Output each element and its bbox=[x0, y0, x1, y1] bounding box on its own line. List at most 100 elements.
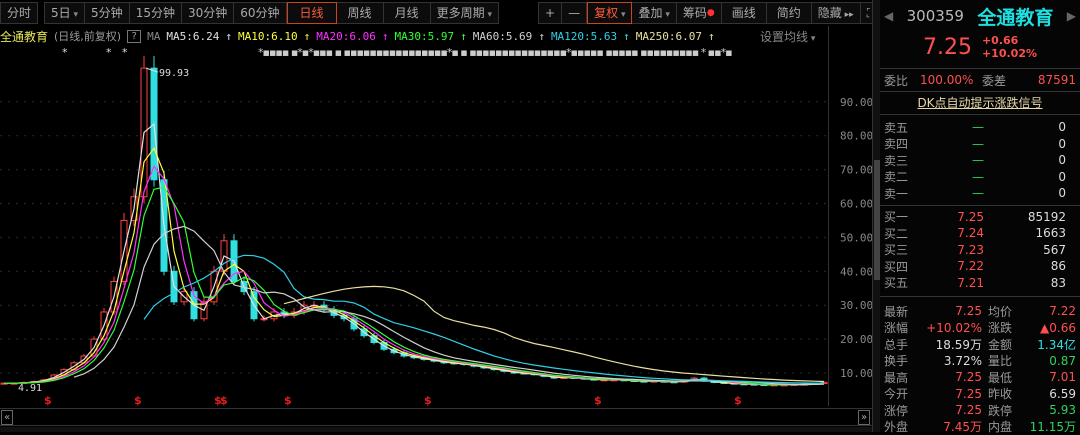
horizontal-scrollbar[interactable]: « » bbox=[0, 408, 872, 426]
stat-label: 内盘 bbox=[982, 418, 1018, 435]
stat-value: 0.87 bbox=[1018, 354, 1076, 368]
sell-price: — bbox=[932, 137, 984, 151]
tab-30min[interactable]: 30分钟 bbox=[182, 2, 234, 24]
stat-value: 5.93 bbox=[1018, 403, 1076, 417]
help-button[interactable]: ? bbox=[127, 30, 141, 43]
buy-volume: 1663 bbox=[984, 226, 1076, 240]
stat-row: 涨幅+10.02%涨跌▲0.66 bbox=[880, 320, 1080, 337]
ma-value-4: MA60:5.69 bbox=[473, 30, 533, 43]
tab-monthly[interactable]: 月线 bbox=[384, 2, 431, 24]
stat-row: 最新7.25均价7.22 bbox=[880, 303, 1080, 320]
bottom-bar bbox=[0, 427, 872, 432]
buy-row: 买一7.2585192 bbox=[880, 209, 1080, 226]
tab-more-periods[interactable]: 更多周期 bbox=[431, 2, 499, 24]
sell-level: 卖五 bbox=[884, 119, 932, 136]
stat-label: 最新 bbox=[884, 303, 918, 320]
buy-level: 买一 bbox=[884, 208, 932, 225]
buy-price: 7.24 bbox=[932, 226, 984, 240]
buy-row: 买二7.241663 bbox=[880, 225, 1080, 242]
prev-stock-icon[interactable]: ◀ bbox=[884, 9, 893, 23]
up-arrow-icon: ↑ bbox=[382, 30, 389, 43]
sell-row: 卖三—0 bbox=[880, 152, 1080, 169]
sell-volume: 0 bbox=[984, 170, 1076, 184]
next-stock-icon[interactable]: ▶ bbox=[1067, 9, 1076, 23]
stat-value: 18.59万 bbox=[918, 336, 982, 353]
up-arrow-icon: ↑ bbox=[538, 30, 545, 43]
zoom-out-button[interactable]: — bbox=[562, 2, 587, 24]
signal-marker: $ bbox=[44, 394, 52, 407]
tab-weekly[interactable]: 周线 bbox=[337, 2, 384, 24]
weibi-label: 委比 bbox=[884, 72, 920, 89]
stat-value: +10.02% bbox=[918, 321, 982, 335]
chips-label: 筹码 bbox=[683, 6, 707, 20]
high-price-label: 99.93 bbox=[159, 68, 189, 79]
tab-5day[interactable]: 5日 bbox=[44, 2, 85, 24]
y-tick-label: 70.00 bbox=[840, 164, 872, 177]
stat-label: 最高 bbox=[884, 369, 918, 386]
weicha-value: 87591 bbox=[1032, 73, 1076, 87]
buy-level: 买四 bbox=[884, 258, 932, 275]
y-tick-label: 40.00 bbox=[840, 265, 872, 278]
sell-price: — bbox=[932, 120, 984, 134]
tab-60min[interactable]: 60分钟 bbox=[234, 2, 286, 24]
ma-header: 全通教育 (日线,前复权) ? MA MA5:6.24↑MA10:6.10↑MA… bbox=[0, 28, 715, 44]
period-label: (日线,前复权) bbox=[54, 28, 121, 44]
stat-row: 涨停7.25跌停5.93 bbox=[880, 402, 1080, 419]
stat-value: 7.25 bbox=[918, 304, 982, 318]
tab-5min[interactable]: 5分钟 bbox=[85, 2, 130, 24]
stat-value: 7.25 bbox=[918, 387, 982, 401]
scroll-left-button[interactable]: « bbox=[1, 410, 13, 425]
tab-15min[interactable]: 15分钟 bbox=[130, 2, 182, 24]
signal-marker: $ bbox=[594, 394, 602, 407]
y-tick-label: 50.00 bbox=[840, 231, 872, 244]
weicha-label: 委差 bbox=[982, 72, 1032, 89]
sell-level: 卖二 bbox=[884, 168, 932, 185]
stat-value: 7.25 bbox=[918, 403, 982, 417]
buy-volume: 83 bbox=[984, 276, 1076, 290]
dk-signal-link[interactable]: DK点自动提示涨跌信号 bbox=[880, 92, 1080, 114]
stock-name-label: 全通教育 bbox=[0, 28, 48, 45]
stat-label: 外盘 bbox=[884, 418, 918, 435]
y-tick-label: 20.00 bbox=[840, 333, 872, 346]
ma-value-6: MA250:6.07 bbox=[636, 30, 702, 43]
low-price-label: 4.91 bbox=[18, 383, 42, 394]
tab-fenshi[interactable]: 分时 bbox=[0, 2, 38, 24]
stat-label: 涨幅 bbox=[884, 319, 918, 336]
up-arrow-icon: ↑ bbox=[623, 30, 630, 43]
ma-value-0: MA5:6.24 bbox=[166, 30, 219, 43]
buy-volume: 567 bbox=[984, 243, 1076, 257]
chips-button[interactable]: 筹码● bbox=[677, 2, 722, 24]
adjust-button[interactable]: 复权 bbox=[587, 2, 632, 24]
stat-row: 今开7.25昨收6.59 bbox=[880, 386, 1080, 403]
draw-button[interactable]: 画线 bbox=[722, 2, 767, 24]
tab-daily[interactable]: 日线 bbox=[287, 2, 337, 24]
ma-value-1: MA10:6.10 bbox=[238, 30, 298, 43]
overlay-button[interactable]: 叠加 bbox=[632, 2, 676, 24]
kline-chart[interactable]: 90.0080.0070.0060.0050.0040.0030.0020.00… bbox=[0, 56, 872, 408]
stat-value: ▲0.66 bbox=[1018, 321, 1076, 335]
buy-row: 买五7.2183 bbox=[880, 275, 1080, 292]
ma-value-5: MA120:5.63 bbox=[551, 30, 617, 43]
simple-button[interactable]: 简约 bbox=[767, 2, 812, 24]
double-arrow-icon: ▸▸ bbox=[842, 10, 854, 20]
hide-button[interactable]: 隐藏 ▸▸ bbox=[812, 2, 861, 24]
stat-value: 6.59 bbox=[1018, 387, 1076, 401]
red-dot-icon: ● bbox=[707, 8, 715, 18]
y-tick-label: 10.00 bbox=[840, 367, 872, 380]
set-ma-button[interactable]: 设置均线 bbox=[760, 28, 815, 45]
signal-marker: $ bbox=[734, 394, 742, 407]
stat-row: 总手18.59万金额1.34亿 bbox=[880, 336, 1080, 353]
buy-row: 买四7.2286 bbox=[880, 258, 1080, 275]
scroll-right-button[interactable]: » bbox=[858, 410, 870, 425]
stat-label: 昨收 bbox=[982, 385, 1018, 402]
zoom-in-button[interactable]: + bbox=[538, 2, 562, 24]
stat-label: 涨跌 bbox=[982, 319, 1018, 336]
stat-row: 外盘7.45万内盘11.15万 bbox=[880, 419, 1080, 435]
stat-value: 7.01 bbox=[1018, 370, 1076, 384]
vertical-scrollbar[interactable] bbox=[872, 0, 880, 432]
sell-price: — bbox=[932, 170, 984, 184]
period-toolbar: 分时 5日 5分钟 15分钟 30分钟 60分钟 日线 周线 月线 更多周期 bbox=[0, 0, 499, 26]
stat-value: 7.25 bbox=[918, 370, 982, 384]
stat-label: 今开 bbox=[884, 385, 918, 402]
stat-value: 7.45万 bbox=[918, 418, 982, 435]
